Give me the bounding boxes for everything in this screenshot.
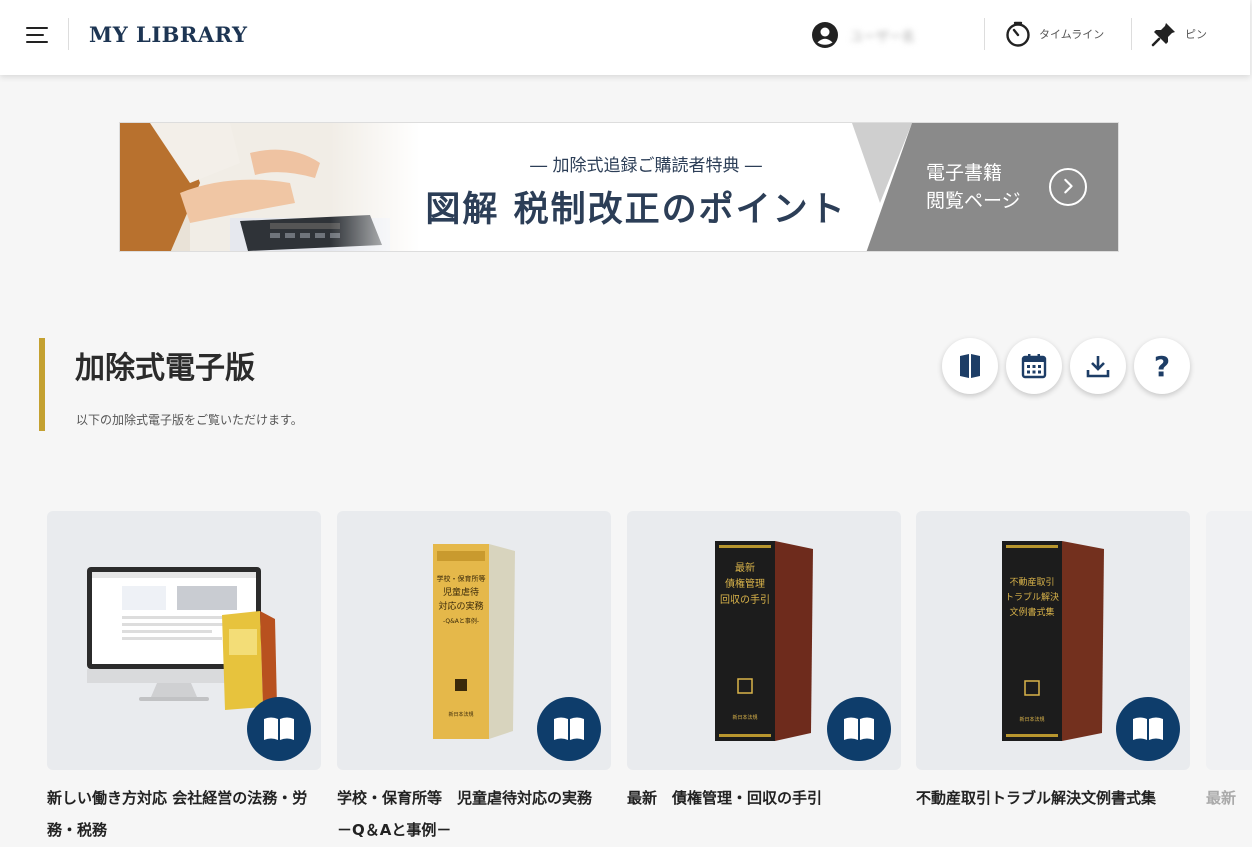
download-icon xyxy=(1086,356,1110,378)
banner-cta-line2: 閲覧ページ xyxy=(926,190,1021,212)
book-thumbnail xyxy=(1206,511,1252,770)
calendar-icon xyxy=(1021,354,1047,379)
download-button[interactable] xyxy=(1070,338,1126,394)
book-title-line: 不動産取引トラブル解決文例書式集 xyxy=(916,789,1157,807)
section-accent-bar xyxy=(39,338,45,431)
book-view-button[interactable] xyxy=(942,338,998,394)
app-header: MY LIBRARY ユーザー名 タイムライン ピン xyxy=(0,0,1250,75)
open-book-icon xyxy=(1133,717,1163,740)
cover-publisher: 新日本法規 xyxy=(1019,716,1044,723)
pin-icon xyxy=(1151,23,1175,47)
cover-text: 学校・保育所等 xyxy=(437,574,486,583)
book-title: 学校・保育所等 児童虐待対応の実務 －Q＆Aと事例－ xyxy=(337,782,611,846)
timeline-link[interactable]: タイムライン xyxy=(1005,21,1104,47)
cover-text: -Q&Aと事例- xyxy=(443,617,479,625)
pin-label: ピン xyxy=(1185,28,1207,41)
cover-text: 対応の実務 xyxy=(438,600,483,612)
app-logo[interactable]: MY LIBRARY xyxy=(89,22,247,47)
timer-icon xyxy=(1006,21,1030,47)
book-title-line: 務・税務 xyxy=(47,821,108,839)
calendar-button[interactable] xyxy=(1006,338,1062,394)
cover-text: 最新 xyxy=(735,561,755,574)
book-title: 新しい働き方対応 会社経営の法務・労 務・税務 xyxy=(47,782,321,846)
read-book-button[interactable] xyxy=(827,697,891,761)
open-book-icon xyxy=(264,717,294,740)
user-name: ユーザー名 xyxy=(850,29,915,45)
read-book-button[interactable] xyxy=(1116,697,1180,761)
help-icon: ? xyxy=(1153,349,1171,383)
book-icon xyxy=(960,354,980,378)
book-title-line: 最新 債権管理・回収の手引 xyxy=(627,789,823,807)
book-title: 最新 債権管理・回収の手引 xyxy=(627,782,901,814)
user-account[interactable]: ユーザー名 xyxy=(812,22,968,48)
timeline-label: タイムライン xyxy=(1039,28,1105,41)
header-divider xyxy=(984,18,985,50)
book-title: 不動産取引トラブル解決文例書式集 xyxy=(916,782,1190,814)
book-title-line: 最新 xyxy=(1206,789,1237,807)
book-title-line: 新しい働き方対応 会社経営の法務・労 xyxy=(47,789,308,807)
cover-text: 債権管理 xyxy=(725,577,765,590)
book-title-line: 学校・保育所等 児童虐待対応の実務 xyxy=(337,789,593,807)
header-divider xyxy=(1131,18,1132,50)
cover-text: 不動産取引 xyxy=(1009,576,1054,588)
book-card[interactable]: 最新 xyxy=(1206,511,1252,841)
book-title-line: －Q＆Aと事例－ xyxy=(337,821,452,839)
user-avatar-icon xyxy=(812,22,838,48)
book-title: 最新 xyxy=(1206,782,1252,814)
header-divider xyxy=(68,18,69,50)
page-title: 加除式電子版 xyxy=(75,351,255,386)
chevron-right-icon[interactable] xyxy=(1049,168,1087,206)
read-book-button[interactable] xyxy=(247,697,311,761)
banner-cta-text: 電子書籍 閲覧ページ xyxy=(926,159,1021,215)
hamburger-menu-icon[interactable] xyxy=(26,26,48,44)
pin-link[interactable]: ピン xyxy=(1151,21,1207,47)
open-book-icon xyxy=(844,717,874,740)
cover-publisher: 新日本法規 xyxy=(448,711,473,718)
open-book-icon xyxy=(554,717,584,740)
cover-text: トラブル解決 xyxy=(1005,591,1059,603)
read-book-button[interactable] xyxy=(537,697,601,761)
cover-text: 回収の手引 xyxy=(720,593,770,606)
cover-text: 児童虐待 xyxy=(443,586,479,598)
section-description: 以下の加除式電子版をご覧いただけます。 xyxy=(76,413,303,427)
promo-banner[interactable]: ― 加除式追録ご購読者特典 ― 図解 税制改正のポイント 電子書籍 閲覧ページ xyxy=(119,122,1119,252)
cover-text: 文例書式集 xyxy=(1009,606,1054,618)
cover-publisher: 新日本法規 xyxy=(732,714,757,721)
help-button[interactable]: ? xyxy=(1134,338,1190,394)
banner-cta-line1: 電子書籍 xyxy=(926,162,1003,184)
